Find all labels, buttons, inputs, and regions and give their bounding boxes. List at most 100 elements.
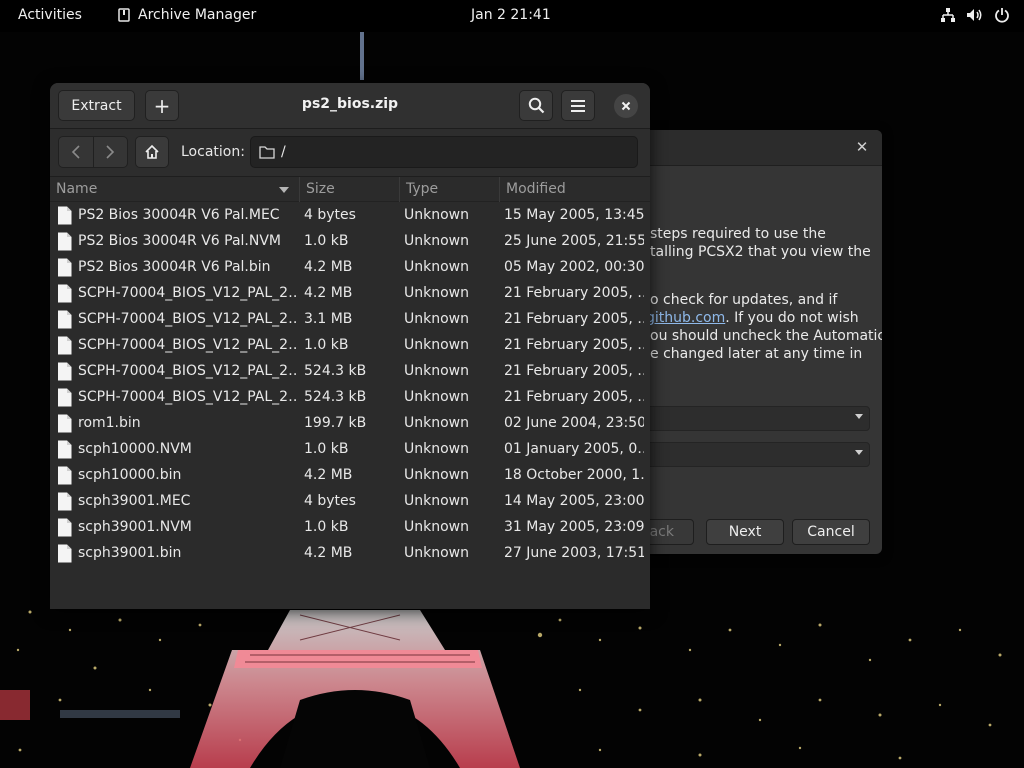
file-row[interactable]: SCPH-70004_BIOS_V12_PAL_2… 524.3 kB Unknow… [50, 385, 650, 411]
file-modified: 21 February 2005, … [504, 285, 644, 301]
volume-icon[interactable] [966, 7, 984, 23]
back-nav-button[interactable] [59, 137, 93, 167]
network-icon[interactable] [940, 7, 956, 23]
system-tray[interactable] [940, 7, 1010, 23]
file-icon [57, 258, 72, 277]
file-row[interactable]: scph39001.MEC 4 bytes Unknown 14 May 2005, … [50, 489, 650, 515]
chevron-down-icon [855, 414, 863, 419]
file-size: 4.2 MB [304, 285, 353, 301]
file-modified: 31 May 2005, 23:09 [504, 519, 644, 535]
file-name: scph39001.MEC [78, 493, 191, 509]
file-row[interactable]: scph10000.bin 4.2 MB Unknown 18 October 200… [50, 463, 650, 489]
file-row[interactable]: PS2 Bios 30004R V6 Pal.bin 4.2 MB Unknown 0… [50, 255, 650, 281]
dialog-combo-box[interactable] [640, 442, 870, 467]
file-size: 1.0 kB [304, 519, 349, 535]
file-row[interactable]: PS2 Bios 30004R V6 Pal.NVM 1.0 kB Unknown 2… [50, 229, 650, 255]
dialog-combo-box[interactable] [640, 406, 870, 431]
file-icon [57, 310, 72, 329]
file-size: 1.0 kB [304, 233, 349, 249]
file-row[interactable]: scph39001.NVM 1.0 kB Unknown 31 May 2005, 2… [50, 515, 650, 541]
extract-button[interactable]: Extract [58, 90, 135, 121]
file-row[interactable]: scph10000.NVM 1.0 kB Unknown 01 January 200… [50, 437, 650, 463]
window-close-button[interactable] [614, 94, 638, 118]
dialog-text-fragment: . If you do not wish [725, 310, 859, 326]
sort-descending-icon [279, 187, 289, 193]
column-header-modified[interactable]: Modified [500, 177, 650, 202]
file-name: SCPH-70004_BIOS_V12_PAL_2… [78, 285, 298, 301]
file-row[interactable]: SCPH-70004_BIOS_V12_PAL_2… 3.1 MB Unknown 2… [50, 307, 650, 333]
clock[interactable]: Jan 2 21:41 [471, 7, 551, 23]
cancel-button[interactable]: Cancel [792, 519, 870, 545]
activities-button[interactable]: Activities [18, 7, 82, 23]
file-icon [57, 492, 72, 511]
file-type: Unknown [404, 233, 469, 249]
power-icon[interactable] [994, 7, 1010, 23]
search-icon [528, 97, 544, 114]
column-header-type[interactable]: Type [400, 177, 500, 202]
file-row[interactable]: SCPH-70004_BIOS_V12_PAL_2… 4.2 MB Unknown 2… [50, 281, 650, 307]
file-type: Unknown [404, 519, 469, 535]
file-type: Unknown [404, 545, 469, 561]
github-link[interactable]: github.com [646, 310, 725, 326]
file-size: 524.3 kB [304, 363, 367, 379]
file-type: Unknown [404, 441, 469, 457]
dialog-text-line: e changed later at any time in [650, 346, 863, 362]
file-name: PS2 Bios 30004R V6 Pal.bin [78, 259, 271, 275]
dialog-close-icon[interactable]: ✕ [854, 139, 870, 155]
navigation-buttons [58, 136, 128, 168]
file-type: Unknown [404, 311, 469, 327]
file-name: PS2 Bios 30004R V6 Pal.NVM [78, 233, 281, 249]
file-modified: 25 June 2005, 21:55 [504, 233, 644, 249]
main-menu-button[interactable] [561, 90, 595, 121]
file-row[interactable]: PS2 Bios 30004R V6 Pal.MEC 4 bytes Unknown… [50, 203, 650, 229]
file-row[interactable]: SCPH-70004_BIOS_V12_PAL_2… 524.3 kB Unknow… [50, 359, 650, 385]
location-bar: Location: / [50, 129, 650, 177]
file-icon [57, 336, 72, 355]
file-modified: 18 October 2000, 1… [504, 467, 644, 483]
file-icon [57, 206, 72, 225]
file-modified: 01 January 2005, 0… [504, 441, 644, 457]
file-size: 524.3 kB [304, 389, 367, 405]
file-type: Unknown [404, 415, 469, 431]
home-icon [145, 144, 159, 159]
file-modified: 14 May 2005, 23:00 [504, 493, 644, 509]
forward-nav-button[interactable] [93, 137, 127, 167]
search-button[interactable] [519, 90, 553, 121]
file-type: Unknown [404, 389, 469, 405]
file-modified: 27 June 2003, 17:51 [504, 545, 644, 561]
close-icon [621, 101, 631, 111]
window-title: ps2_bios.zip [301, 96, 399, 112]
dialog-text-line: ou should uncheck the Automatic [650, 328, 882, 344]
file-size: 4.2 MB [304, 259, 353, 275]
top-bar: Activities Archive Manager Jan 2 21:41 [0, 0, 1024, 32]
column-header-label: Type [406, 181, 439, 197]
file-icon [57, 388, 72, 407]
file-name: scph39001.bin [78, 545, 182, 561]
column-header-label: Modified [506, 181, 566, 197]
file-type: Unknown [404, 285, 469, 301]
file-modified: 02 June 2004, 23:50 [504, 415, 644, 431]
file-size: 1.0 kB [304, 337, 349, 353]
next-button[interactable]: Next [706, 519, 784, 545]
file-type: Unknown [404, 259, 469, 275]
dialog-text-line: o check for updates, and if [650, 292, 838, 308]
file-size: 4 bytes [304, 493, 356, 509]
file-type: Unknown [404, 467, 469, 483]
file-size: 4 bytes [304, 207, 356, 223]
column-header-name[interactable]: Name [50, 177, 300, 202]
app-menu[interactable]: Archive Manager [118, 7, 256, 23]
home-button[interactable] [135, 136, 169, 168]
file-icon [57, 362, 72, 381]
file-row[interactable]: rom1.bin 199.7 kB Unknown 02 June 2004, 23:… [50, 411, 650, 437]
file-modified: 21 February 2005, … [504, 363, 644, 379]
archive-manager-app-icon [118, 8, 130, 22]
file-row[interactable]: scph39001.bin 4.2 MB Unknown 27 June 2003, … [50, 541, 650, 567]
file-name: SCPH-70004_BIOS_V12_PAL_2… [78, 389, 298, 405]
location-field[interactable]: / [250, 136, 638, 168]
file-type: Unknown [404, 337, 469, 353]
column-header-label: Size [306, 181, 335, 197]
add-files-button[interactable]: + [145, 90, 179, 121]
column-header-size[interactable]: Size [300, 177, 400, 202]
file-size: 1.0 kB [304, 441, 349, 457]
file-row[interactable]: SCPH-70004_BIOS_V12_PAL_2… 1.0 kB Unknown 2… [50, 333, 650, 359]
